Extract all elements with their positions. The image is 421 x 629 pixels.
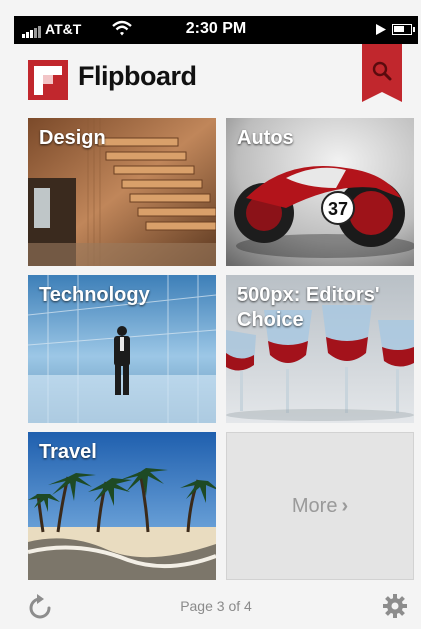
tile-design[interactable]: Design [28,118,216,266]
play-icon [376,24,386,35]
status-bar: AT&T 2:30 PM [14,16,418,44]
tile-technology[interactable]: Technology [28,275,216,423]
tile-500px-editors-choice[interactable]: 500px: Editors' Choice [226,275,414,423]
footer-bar: Page 3 of 4 [14,584,418,629]
settings-icon[interactable] [382,593,408,619]
race-number: 37 [328,199,348,219]
section-grid: Design 37 Autos Technology 500px: Editor… [14,110,418,584]
chevron-right-icon: › [341,495,349,517]
status-time: 2:30 PM [185,20,247,37]
page-indicator: Page 3 of 4 [180,598,252,614]
tile-label: Travel [39,441,97,463]
app-header: Flipboard [14,44,418,110]
tile-label: Autos [237,127,294,149]
battery-icon [392,24,415,35]
tile-autos[interactable]: 37 Autos [226,118,414,266]
tile-label: Technology [39,284,150,306]
flipboard-screen: AT&T 2:30 PM Flipboard Design 37 Autos T… [0,0,421,629]
tile-label: Design [39,127,106,149]
more-label: More › [291,495,349,517]
logo-icon [28,60,68,100]
more-button[interactable]: More › [226,432,414,580]
app-title: Flipboard [78,61,197,91]
search-button[interactable] [362,44,402,102]
tile-label: 500px: Editors' Choice [237,284,380,331]
tile-travel[interactable]: Travel [28,432,216,580]
